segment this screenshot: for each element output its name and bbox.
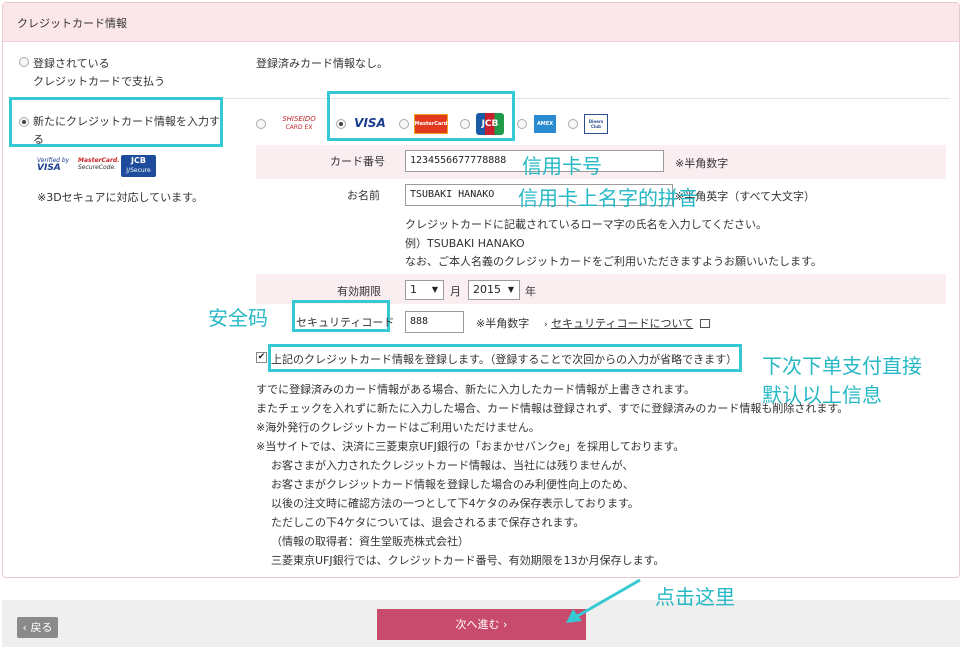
note-line: お客さまが入力されたクレジットカード情報は、当社には残りませんが、	[271, 459, 634, 472]
expiry-year-select[interactable]: 2015 ▼	[468, 280, 520, 300]
note-line: （情報の取得者：資生堂販売株式会社）	[271, 535, 469, 548]
registered-card-label-2: クレジットカードで支払う	[33, 75, 165, 88]
radio-brand-visa[interactable]	[336, 119, 346, 129]
radio-brand-shiseido[interactable]	[256, 119, 266, 129]
diners-club-logo: Diners Club	[584, 114, 608, 134]
expiry-label: 有効期限	[337, 285, 381, 298]
new-card-label-2: る	[33, 133, 44, 146]
chevron-down-icon: ▼	[507, 285, 514, 294]
chevron-down-icon: ▼	[431, 285, 438, 294]
register-checkbox-label: 上記のクレジットカード情報を登録します。（登録することで次回からの入力が省略でき…	[271, 353, 738, 366]
jcb-logo: JCB	[476, 113, 504, 135]
verified-by-visa-logo: Verified by VISA	[37, 157, 70, 173]
jcb-jsecure-logo: JCB J/Secure	[121, 155, 156, 177]
card-number-note: ※半角数字	[675, 157, 729, 170]
radio-brand-jcb[interactable]	[460, 119, 470, 129]
expiry-month-select[interactable]: 1 ▼	[405, 280, 444, 300]
annotation-remember-2: 默认以上信息	[762, 383, 882, 407]
next-button[interactable]: 次へ進む ›	[377, 609, 586, 640]
external-window-icon	[699, 318, 710, 328]
annotation-arrow-icon	[566, 578, 641, 623]
expiry-year-unit: 年	[525, 285, 536, 298]
panel-header	[3, 3, 959, 42]
amex-logo: AMEX	[534, 115, 556, 133]
annotation-card-name: 信用卡上名字的拼音	[518, 186, 698, 210]
name-help-2: 例）TSUBAKI HANAKO	[405, 237, 525, 250]
note-line: 三菱東京UFJ銀行では、クレジットカード番号、有効期限を13か月保存します。	[271, 554, 665, 567]
new-card-label-1: 新たにクレジットカード情報を入力す	[33, 115, 220, 128]
register-checkbox[interactable]: ✔	[256, 352, 267, 363]
annotation-card-number: 信用卡号	[522, 154, 602, 178]
name-label: お名前	[347, 189, 380, 202]
expiry-month-value: 1	[410, 283, 417, 296]
panel-title: クレジットカード情報	[17, 17, 127, 30]
note-line: お客さまがクレジットカード情報を登録した場合のみ利便性向上のため、	[271, 478, 634, 491]
mastercard-logo: MasterCard	[414, 114, 448, 134]
radio-brand-amex[interactable]	[517, 119, 527, 129]
card-number-label: カード番号	[330, 155, 385, 168]
radio-registered-card[interactable]	[19, 57, 29, 67]
secure-note: ※3Dセキュアに対応しています。	[37, 191, 204, 204]
visa-logo: VISA	[354, 116, 386, 130]
note-line: ※海外発行のクレジットカードはご利用いただけません。	[256, 421, 540, 434]
shiseido-card-logo: SHISEIDO CARD EX	[282, 115, 316, 131]
radio-new-card[interactable]	[19, 117, 29, 127]
annotation-security-code: 安全码	[208, 306, 268, 330]
registered-card-value: 登録済みカード情報なし。	[256, 57, 388, 70]
note-line: ※当サイトでは、決済に三菱東京UFJ銀行の「おまかせバンクe」を採用しております…	[256, 440, 685, 453]
security-code-note: ※半角数字	[476, 317, 530, 330]
note-line: ただしこの下4ケタについては、退会されるまで保存されます。	[271, 516, 585, 529]
radio-brand-mastercard[interactable]	[399, 119, 409, 129]
name-help-3: なお、ご本人名義のクレジットカードをご利用いただきますようお願いいたします。	[405, 255, 822, 268]
registered-card-label-1: 登録されている	[33, 57, 110, 70]
expiry-month-unit: 月	[450, 285, 461, 298]
security-code-link-text[interactable]: セキュリティコードについて	[551, 317, 693, 330]
note-line: すでに登録済みのカード情報がある場合、新たに入力したカード情報が上書きされます。	[256, 383, 696, 396]
annotation-click-here: 点击这里	[655, 585, 735, 609]
security-code-label: セキュリティコード	[296, 316, 395, 329]
back-button[interactable]: ‹ 戻る	[17, 617, 58, 638]
expiry-year-value: 2015	[473, 283, 501, 296]
link-arrow-icon: ›	[544, 320, 548, 330]
radio-brand-diners[interactable]	[568, 119, 578, 129]
security-code-input[interactable]: 888	[405, 311, 464, 333]
mastercard-securecode-logo: MasterCard. SecureCode.	[78, 157, 120, 171]
note-line: 以後の注文時に確認方法の一つとして下4ケタのみ保存表示しております。	[271, 497, 639, 510]
name-help-1: クレジットカードに記載されているローマ字の氏名を入力してください。	[405, 218, 768, 231]
annotation-remember-1: 下次下单支付直接	[762, 354, 922, 378]
security-code-link[interactable]: › セキュリティコードについて	[544, 315, 710, 331]
note-line: またチェックを入れずに新たに入力した場合、カード情報は登録されず、すでに登録済み…	[256, 402, 849, 415]
